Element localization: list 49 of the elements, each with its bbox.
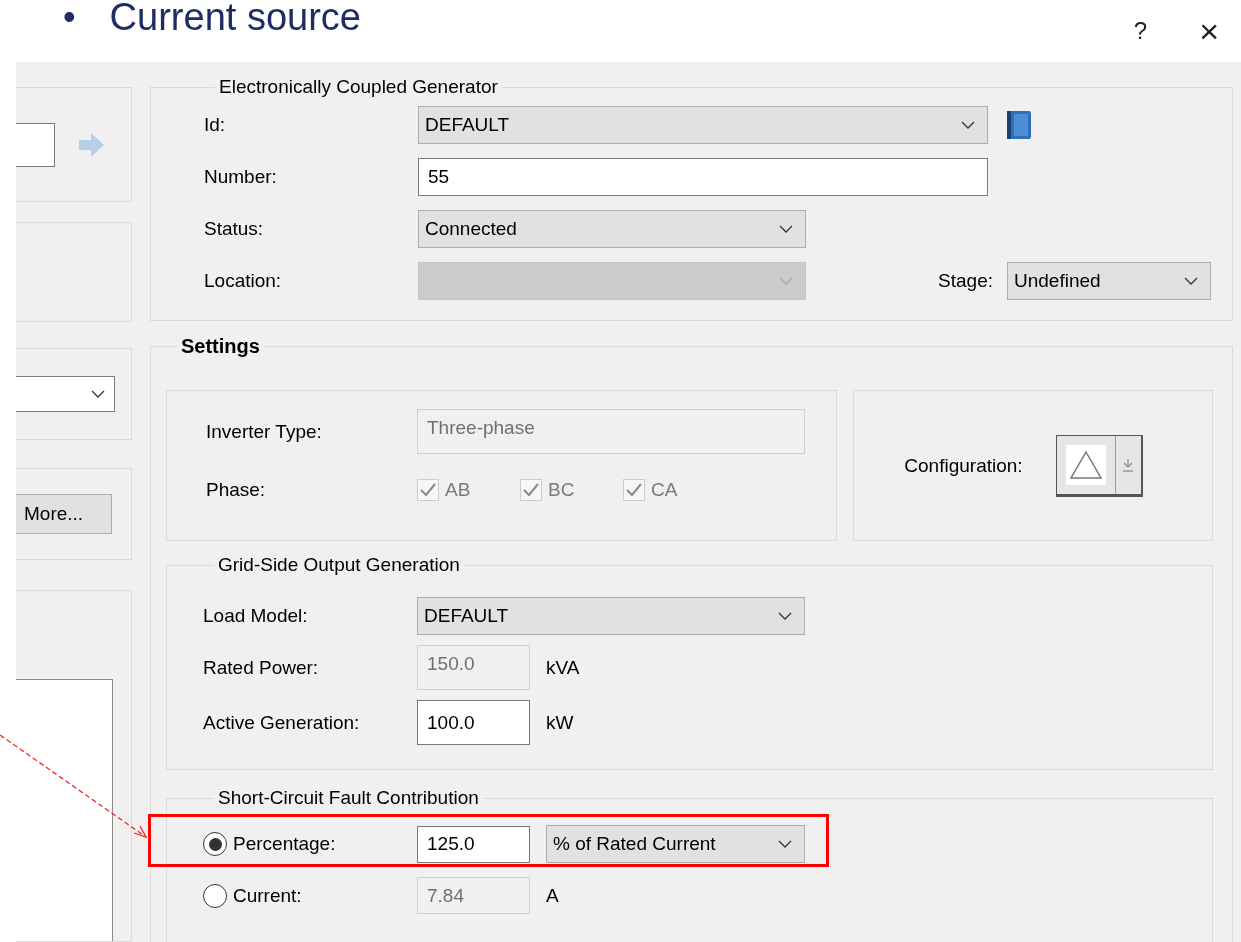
group-title: Electronically Coupled Generator bbox=[218, 76, 499, 98]
checkbox-label: BC bbox=[548, 479, 575, 501]
group-title: Short-Circuit Fault Contribution bbox=[217, 787, 480, 809]
field-label: Configuration: bbox=[904, 454, 1023, 477]
field-label: Active Generation: bbox=[203, 711, 361, 734]
chevron-icon bbox=[779, 277, 793, 285]
download-icon bbox=[1122, 457, 1135, 472]
dropdown[interactable]: % of Rated Current bbox=[546, 825, 805, 863]
arrow-icon bbox=[77, 131, 105, 158]
triangle-icon bbox=[1068, 449, 1103, 480]
field-label: Stage: bbox=[938, 270, 993, 292]
chevron-icon bbox=[778, 840, 792, 848]
field-label: Id: bbox=[204, 114, 227, 136]
group-title: Grid-Side Output Generation bbox=[217, 554, 461, 576]
group-title: Settings bbox=[180, 335, 261, 357]
chevron-icon bbox=[961, 121, 975, 129]
dropdown[interactable]: Connected bbox=[418, 210, 806, 248]
chevron-icon bbox=[91, 390, 105, 398]
more-button[interactable]: More... bbox=[16, 494, 112, 534]
field-label: Inverter Type: bbox=[206, 420, 323, 443]
close-button[interactable]: × bbox=[1199, 16, 1219, 46]
unit-label: kVA bbox=[546, 656, 580, 679]
field-label: Load Model: bbox=[203, 605, 309, 627]
dropdown[interactable] bbox=[16, 376, 115, 412]
field-label: Rated Power: bbox=[203, 656, 320, 679]
slide-title: Current source bbox=[109, 0, 361, 34]
text-field[interactable] bbox=[16, 122, 55, 167]
text-field[interactable]: 55 bbox=[418, 158, 988, 196]
unit-label: A bbox=[546, 884, 559, 907]
radio-button[interactable]: Percentage: bbox=[203, 832, 417, 856]
field-label: Number: bbox=[204, 166, 278, 188]
text-field[interactable]: 100.0 bbox=[417, 700, 530, 745]
dropdown[interactable]: Undefined bbox=[1007, 262, 1211, 300]
dropdown[interactable]: DEFAULT bbox=[417, 597, 805, 635]
unit-label: kW bbox=[546, 711, 574, 734]
chevron-icon bbox=[1184, 277, 1198, 285]
dropdown[interactable]: DEFAULT bbox=[418, 106, 988, 144]
text-field[interactable]: 125.0 bbox=[417, 825, 530, 863]
field-label: Location: bbox=[204, 270, 283, 292]
field-label: Status: bbox=[204, 218, 265, 240]
configuration-button[interactable] bbox=[1055, 434, 1143, 497]
bullet: • bbox=[63, 0, 76, 34]
checkbox-label: AB bbox=[445, 479, 471, 501]
help-button[interactable]: ? bbox=[1133, 16, 1148, 46]
field-label: Phase: bbox=[206, 479, 267, 501]
chevron-icon bbox=[779, 225, 793, 233]
chevron-icon bbox=[778, 612, 792, 620]
checkbox-label: CA bbox=[651, 479, 678, 501]
book-icon[interactable] bbox=[1006, 110, 1032, 140]
